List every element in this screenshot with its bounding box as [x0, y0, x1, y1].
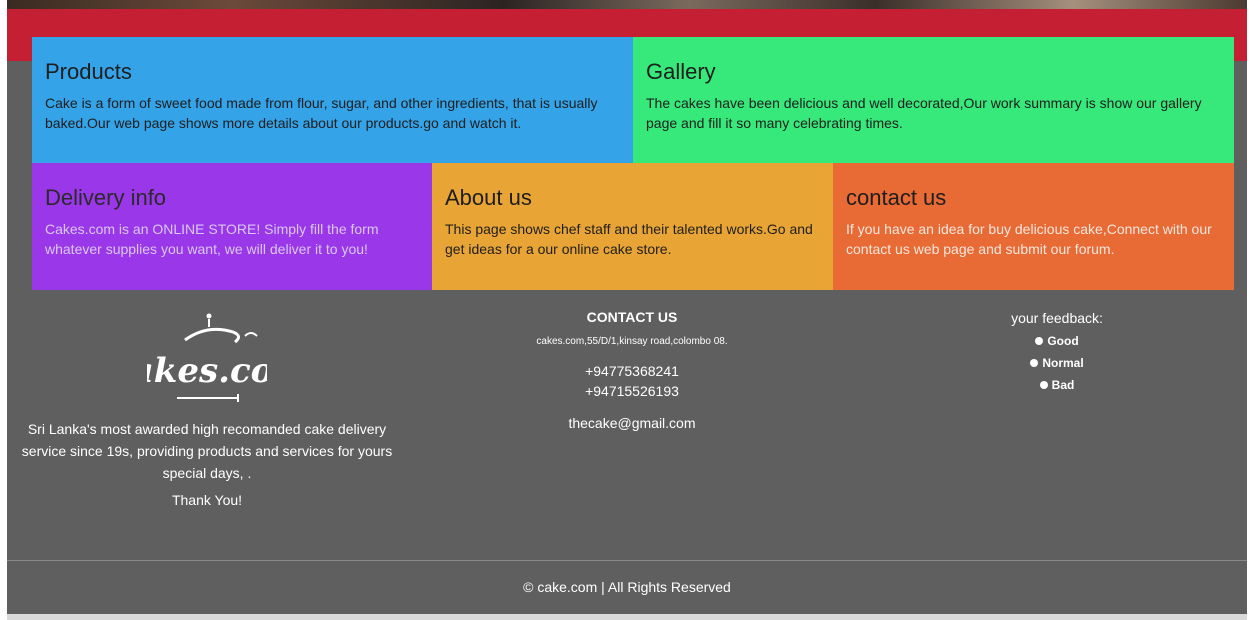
- gallery-card[interactable]: Gallery The cakes have been delicious an…: [633, 37, 1234, 163]
- contact-title: contact us: [846, 185, 947, 210]
- footer-about: Cakes.com Sri Lanka's most awarded high …: [7, 310, 407, 510]
- delivery-text: Cakes.com is an ONLINE STORE! Simply fil…: [45, 221, 379, 257]
- about-card[interactable]: About us This page shows chef staff and …: [432, 163, 833, 290]
- footer-divider: [7, 560, 1247, 561]
- feedback-option-normal[interactable]: Normal: [957, 355, 1157, 371]
- feedback-option-good[interactable]: Good: [957, 333, 1157, 349]
- cakes-logo-icon: Cakes.com: [105, 313, 309, 402]
- products-card[interactable]: Products Cake is a form of sweet food ma…: [32, 37, 633, 163]
- about-title: About us: [445, 185, 532, 210]
- phone-list: +94775368241 +94715526193: [482, 361, 782, 401]
- feedback-title: your feedback:: [1011, 310, 1103, 326]
- header-photo-strip: [7, 0, 1247, 9]
- delivery-title: Delivery info: [45, 185, 167, 210]
- feedback-section: your feedback: Good Normal Bad: [957, 309, 1157, 393]
- gallery-title: Gallery: [646, 59, 716, 84]
- gallery-text: The cakes have been delicious and well d…: [646, 95, 1202, 131]
- about-text: This page shows chef staff and their tal…: [445, 221, 813, 257]
- phone-number[interactable]: +94715526193: [482, 381, 782, 401]
- address-text: cakes.com,55/D/1,kinsay road,colombo 08.: [536, 336, 728, 347]
- radio-icon[interactable]: [1035, 337, 1044, 345]
- footer-about-text: Sri Lanka's most awarded high recomanded…: [21, 421, 393, 481]
- logo-wordmark: Cakes.com: [147, 351, 267, 391]
- radio-icon[interactable]: [1039, 381, 1048, 389]
- feedback-option-label: Normal: [1042, 356, 1084, 370]
- radio-icon[interactable]: [1030, 359, 1039, 367]
- contact-us-heading: CONTACT US: [586, 309, 678, 325]
- products-title: Products: [45, 59, 132, 84]
- products-text: Cake is a form of sweet food made from f…: [45, 95, 598, 131]
- contact-text: If you have an idea for buy delicious ca…: [846, 221, 1212, 257]
- copyright-text: © cake.com | All Rights Reserved: [523, 579, 731, 595]
- email-link[interactable]: thecake@gmail.com: [482, 413, 782, 433]
- horizontal-scrollbar[interactable]: [7, 614, 1247, 620]
- feedback-option-label: Good: [1047, 334, 1079, 348]
- feedback-option-label: Bad: [1051, 378, 1075, 392]
- thank-you-text: Thank You!: [171, 492, 243, 508]
- feedback-option-bad[interactable]: Bad: [957, 377, 1157, 393]
- phone-number[interactable]: +94775368241: [482, 361, 782, 381]
- contact-card[interactable]: contact us If you have an idea for buy d…: [833, 163, 1234, 290]
- delivery-card[interactable]: Delivery info Cakes.com is an ONLINE STO…: [32, 163, 432, 290]
- footer-contact: CONTACT US cakes.com,55/D/1,kinsay road,…: [482, 307, 782, 433]
- page: Products Cake is a form of sweet food ma…: [7, 0, 1247, 614]
- cakes-logo: Cakes.com: [105, 310, 309, 410]
